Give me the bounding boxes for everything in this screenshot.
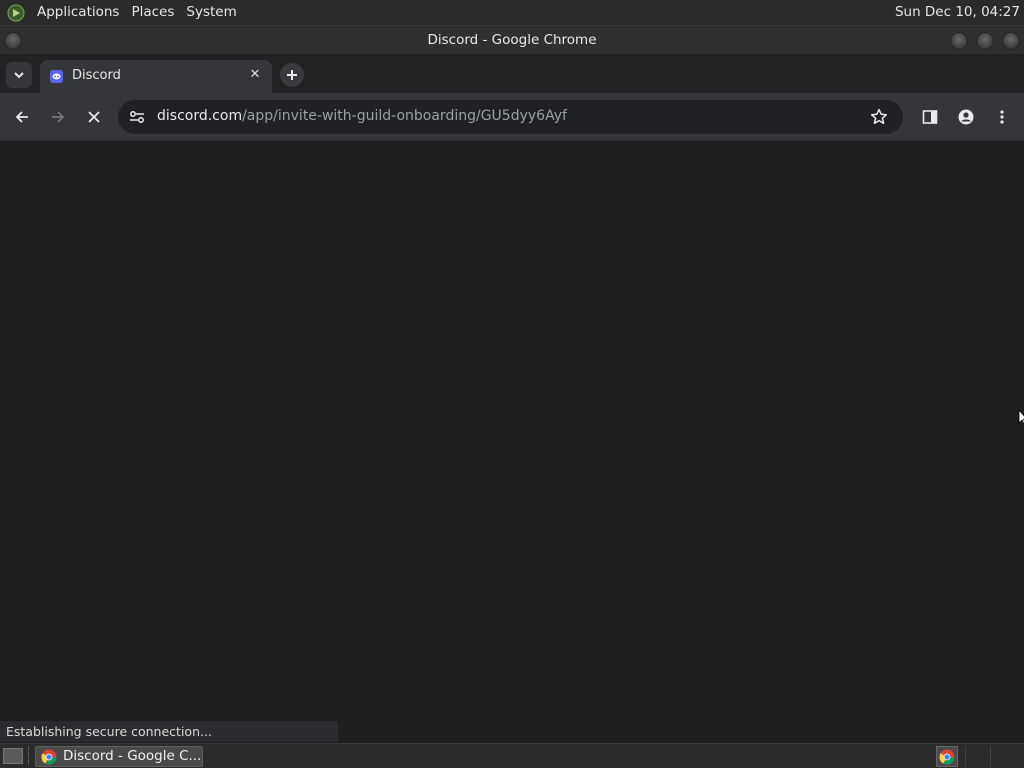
mouse-cursor-icon xyxy=(1018,409,1024,425)
tray-chrome-icon[interactable] xyxy=(936,746,958,767)
workspace-2[interactable] xyxy=(990,746,1020,767)
bookmark-star-icon[interactable] xyxy=(869,107,889,127)
tab-search-button[interactable] xyxy=(6,62,32,88)
site-info-icon[interactable] xyxy=(128,108,146,126)
side-panel-button[interactable] xyxy=(918,105,942,129)
close-icon xyxy=(88,111,100,123)
discord-favicon-icon xyxy=(50,70,63,83)
clock[interactable]: Sun Dec 10, 04:27 xyxy=(895,0,1020,25)
profile-icon xyxy=(958,109,974,125)
taskbar-separator xyxy=(28,747,30,765)
taskbar: Discord - Google C... xyxy=(0,743,1024,768)
close-window-button[interactable] xyxy=(1002,32,1020,50)
show-desktop-icon[interactable] xyxy=(3,748,23,764)
kebab-menu-icon xyxy=(1000,110,1004,124)
url-text[interactable]: discord.com/app/invite-with-guild-onboar… xyxy=(157,108,567,124)
taskbar-item-chrome[interactable]: Discord - Google C... xyxy=(35,746,203,767)
side-panel-icon xyxy=(922,110,938,124)
gnome-logo-icon[interactable] xyxy=(5,2,27,24)
tab-discord[interactable]: Discord ✕ xyxy=(40,60,272,93)
address-bar[interactable]: discord.com/app/invite-with-guild-onboar… xyxy=(118,100,903,134)
close-tab-icon[interactable]: ✕ xyxy=(246,66,264,84)
chrome-menu-button[interactable] xyxy=(990,105,1014,129)
back-button[interactable] xyxy=(10,105,34,129)
window-titlebar[interactable]: Discord - Google Chrome xyxy=(0,25,1024,54)
window-menu-button[interactable] xyxy=(4,32,22,50)
window-title: Discord - Google Chrome xyxy=(427,32,597,48)
chrome-icon xyxy=(41,749,57,765)
url-domain: discord.com xyxy=(157,108,243,124)
taskbar-item-label: Discord - Google C... xyxy=(63,748,202,764)
status-bubble: Establishing secure connection... xyxy=(0,721,338,742)
arrow-right-icon xyxy=(52,111,65,123)
arrow-left-icon xyxy=(15,111,28,123)
new-tab-button[interactable] xyxy=(280,63,304,87)
plus-icon xyxy=(287,70,297,80)
top-panel: Applications Places System Sun Dec 10, 0… xyxy=(0,0,1024,25)
tab-strip: Discord ✕ xyxy=(0,54,1024,93)
menu-applications[interactable]: Applications xyxy=(34,0,122,25)
maximize-button[interactable] xyxy=(976,32,994,50)
chevron-down-icon xyxy=(14,72,24,79)
menu-places[interactable]: Places xyxy=(128,0,177,25)
browser-toolbar: discord.com/app/invite-with-guild-onboar… xyxy=(0,93,1024,141)
profile-button[interactable] xyxy=(954,105,978,129)
minimize-button[interactable] xyxy=(950,32,968,50)
workspace-1[interactable] xyxy=(965,746,985,767)
page-content[interactable] xyxy=(0,142,1024,742)
menu-system[interactable]: System xyxy=(183,0,239,25)
forward-button[interactable] xyxy=(46,105,70,129)
tab-title: Discord xyxy=(72,68,121,83)
url-path: /app/invite-with-guild-onboarding/GU5dyy… xyxy=(242,108,567,124)
stop-loading-button[interactable] xyxy=(82,105,106,129)
